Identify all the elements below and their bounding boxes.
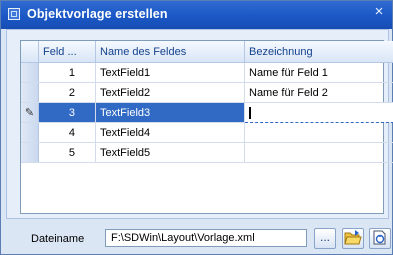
row-indicator[interactable]: ✎ [21, 102, 39, 123]
browse-button[interactable]: ... [314, 228, 336, 249]
fields-table: Feld ... Name des Feldes Bezeichnung 1 T… [21, 41, 393, 163]
table-row-selected[interactable]: ✎ 3 TextField3 [21, 102, 393, 123]
text-caret [249, 106, 251, 119]
grid-header-row: Feld ... Name des Feldes Bezeichnung [21, 41, 393, 63]
cell-name[interactable]: TextField3 [95, 102, 245, 123]
cell-name[interactable]: TextField1 [95, 62, 245, 83]
row-indicator[interactable] [21, 142, 39, 163]
cell-bezeichnung[interactable] [244, 142, 393, 163]
cell-bezeichnung-editing[interactable] [244, 102, 393, 123]
cell-bezeichnung[interactable] [244, 122, 393, 143]
filename-label: Dateiname [31, 233, 85, 245]
fields-grid[interactable]: Feld ... Name des Feldes Bezeichnung 1 T… [20, 40, 393, 214]
row-indicator[interactable] [21, 62, 39, 83]
row-indicator[interactable] [21, 82, 39, 103]
filename-input[interactable] [105, 229, 307, 247]
pencil-icon: ✎ [24, 107, 35, 119]
cell-nr[interactable]: 5 [38, 142, 96, 163]
table-row[interactable]: 1 TextField1 Name für Feld 1 [21, 62, 393, 83]
column-header-name[interactable]: Name des Feldes [95, 41, 245, 63]
cell-bezeichnung[interactable]: Name für Feld 1 [244, 62, 393, 83]
table-row[interactable]: 4 TextField4 [21, 122, 393, 143]
open-folder-icon [344, 230, 362, 245]
window-title: Objektvorlage erstellen [27, 7, 168, 21]
table-row[interactable]: 5 TextField5 [21, 142, 393, 163]
footer-bar: Dateiname ... [1, 219, 392, 255]
cell-name[interactable]: TextField2 [95, 82, 245, 103]
cell-nr[interactable]: 4 [38, 122, 96, 143]
new-file-button[interactable] [369, 228, 391, 249]
window-icon [8, 8, 20, 20]
content-panel: Feld ... Name des Feldes Bezeichnung 1 T… [6, 29, 393, 219]
row-indicator-header [21, 41, 39, 63]
new-file-icon [373, 230, 386, 245]
cell-nr[interactable]: 2 [38, 82, 96, 103]
column-header-bezeichnung[interactable]: Bezeichnung [244, 41, 393, 63]
cell-bezeichnung[interactable]: Name für Feld 2 [244, 82, 393, 103]
cell-name[interactable]: TextField4 [95, 122, 245, 143]
row-indicator[interactable] [21, 122, 39, 143]
column-header-feld[interactable]: Feld ... [38, 41, 96, 63]
open-file-button[interactable] [342, 228, 364, 249]
close-button[interactable]: × [372, 4, 386, 19]
dialog-window: Objektvorlage erstellen × Feld ... Name … [0, 0, 393, 255]
table-row[interactable]: 2 TextField2 Name für Feld 2 [21, 82, 393, 103]
title-bar[interactable]: Objektvorlage erstellen × [1, 1, 392, 29]
cell-name[interactable]: TextField5 [95, 142, 245, 163]
cell-nr[interactable]: 1 [38, 62, 96, 83]
cell-nr[interactable]: 3 [38, 102, 96, 123]
